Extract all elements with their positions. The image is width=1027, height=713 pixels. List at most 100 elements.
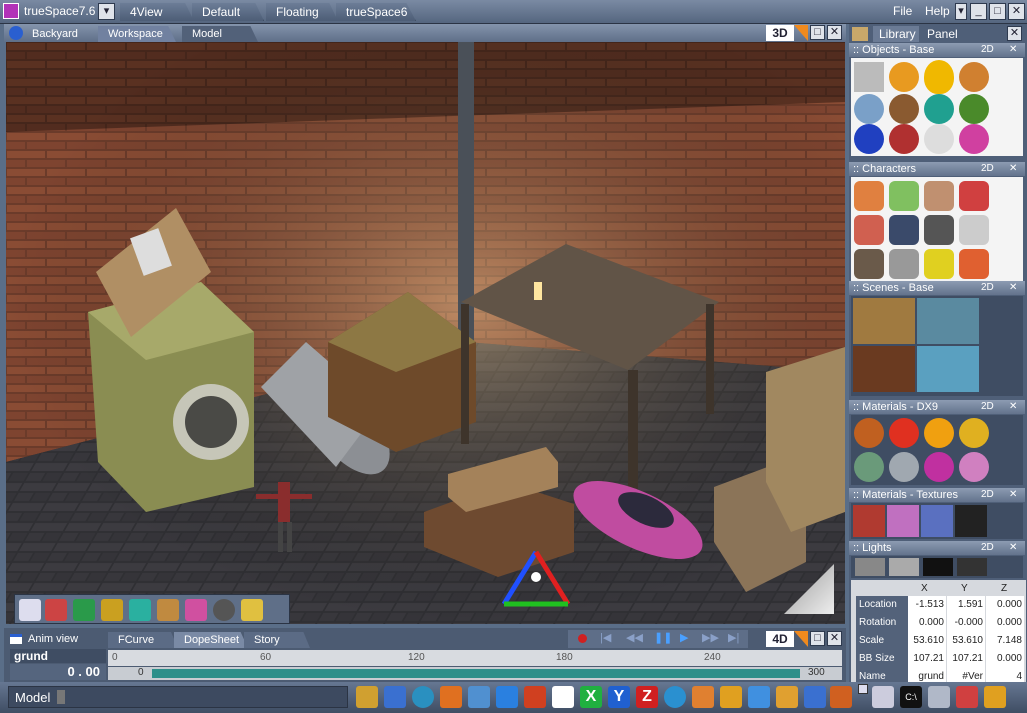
add-object-icon[interactable] [241,599,263,621]
light-point-icon[interactable] [855,558,885,576]
scale-z-field[interactable]: 7.148 [986,632,1024,650]
tab-truespace6[interactable]: trueSpace6 [336,3,416,21]
paint-icon[interactable] [45,599,67,621]
animal-icon[interactable] [959,62,989,92]
tool-box-icon[interactable] [440,686,462,708]
scene-maze-thumb[interactable] [853,298,915,344]
section-close-icon[interactable]: ✕ [1009,488,1017,502]
status-pin-icon[interactable] [858,684,868,694]
close-button[interactable]: ✕ [1008,3,1025,20]
scene-render[interactable] [6,42,845,624]
tool-z-axis-icon[interactable]: Z [636,686,658,708]
tool-pointer-icon[interactable] [872,686,894,708]
character-thumb-icon[interactable] [889,181,919,211]
tab-4view[interactable]: 4View [120,3,194,21]
section-badge[interactable]: 2D [981,400,994,414]
plant-icon[interactable] [854,124,884,154]
select-arrow-icon[interactable] [19,599,41,621]
tab-default[interactable]: Default [192,3,264,21]
tool-light-icon[interactable] [804,686,826,708]
bbsize-y-field[interactable]: 107.21 [947,650,985,668]
time-display[interactable]: 0 . 00 [10,664,106,680]
name-field[interactable]: grund [908,668,946,682]
tool-wrench-icon[interactable] [356,686,378,708]
bull-icon[interactable] [889,94,919,124]
character-thumb-icon[interactable] [924,249,954,279]
ring-icon[interactable] [213,599,235,621]
tab-floating[interactable]: Floating [266,3,338,21]
material-pink-icon[interactable] [959,452,989,482]
texture-blue-icon[interactable] [921,505,953,537]
help-menu[interactable]: Help [925,4,950,18]
material-gold-icon[interactable] [959,418,989,448]
materials-textures-grid[interactable] [851,503,1023,539]
section-close-icon[interactable]: ✕ [1009,281,1017,295]
tool-y-axis-icon[interactable]: Y [608,686,630,708]
viewport-close-button[interactable]: ✕ [827,25,842,40]
material-orange-icon[interactable] [924,418,954,448]
section-badge[interactable]: 2D [981,43,994,57]
viewport-maximize-button[interactable]: □ [810,25,825,40]
tool-package-icon[interactable] [984,686,1006,708]
sphere-icon[interactable] [889,62,919,92]
tool-gold-cube-icon[interactable] [720,686,742,708]
tab-panel[interactable]: Panel [921,26,969,42]
plane-icon[interactable] [924,124,954,154]
grid-object-icon[interactable] [854,62,884,92]
tab-fcurve[interactable]: FCurve [108,632,178,648]
bbsize-x-field[interactable]: 107.21 [908,650,946,668]
shark-icon[interactable] [854,94,884,124]
section-close-icon[interactable]: ✕ [1009,43,1017,57]
timeline-ruler[interactable]: 0 60 120 180 240 [108,650,842,666]
layers-icon[interactable] [101,599,123,621]
tool-monitor-icon[interactable] [928,686,950,708]
rotation-y-field[interactable]: -0.000 [947,614,985,632]
view-mode-3d[interactable]: 3D [766,25,794,41]
tab-model[interactable]: Model [182,26,258,42]
view-mode-4d[interactable]: 4D [766,631,794,647]
maximize-button[interactable]: □ [989,3,1006,20]
egg-icon[interactable] [924,60,954,94]
tool-grid-cube-icon[interactable] [776,686,798,708]
location-x-field[interactable]: -1.513 [908,596,946,614]
section-scenes-base[interactable]: :: Scenes - Base 2D ✕ [849,281,1025,295]
scene-chair-thumb[interactable] [917,346,979,392]
tool-house-icon[interactable] [524,686,546,708]
texture-pink-icon[interactable] [887,505,919,537]
character-thumb-icon[interactable] [889,215,919,245]
character-thumb-icon[interactable] [959,249,989,279]
car-icon[interactable] [959,124,989,154]
tab-library[interactable]: Library [873,26,919,42]
light-spot-icon[interactable] [889,558,919,576]
palette-icon[interactable] [185,599,207,621]
tool-scissors-icon[interactable] [692,686,714,708]
rewind-icon[interactable]: ◀◀ [626,631,643,644]
tool-undo-icon[interactable] [664,686,686,708]
knot-icon[interactable] [924,94,954,124]
scene-hall-thumb[interactable] [853,346,915,392]
tool-brush-icon[interactable] [830,686,852,708]
scale-y-field[interactable]: 53.610 [947,632,985,650]
character-thumb-icon[interactable] [924,181,954,211]
material-magenta-icon[interactable] [924,452,954,482]
texture-brick-icon[interactable] [853,505,885,537]
section-close-icon[interactable]: ✕ [1009,400,1017,414]
3d-viewport[interactable] [6,42,845,624]
play-icon[interactable]: ▶ [680,631,688,644]
section-close-icon[interactable]: ✕ [1009,162,1017,176]
scene-room-thumb[interactable] [917,298,979,344]
paint-bucket-icon[interactable] [129,599,151,621]
scale-x-field[interactable]: 53.610 [908,632,946,650]
tool-lamp-icon[interactable] [748,686,770,708]
anim-close-button[interactable]: ✕ [827,631,842,646]
light-area-icon[interactable] [957,558,987,576]
section-badge[interactable]: 2D [981,488,994,502]
tree-icon[interactable] [959,94,989,124]
character-thumb-icon[interactable] [854,249,884,279]
tool-link-icon[interactable] [468,686,490,708]
location-y-field[interactable]: 1.591 [947,596,985,614]
menu-arrow-button[interactable]: ▾ [955,3,967,20]
go-end-icon[interactable]: ▶| [728,631,739,644]
characters-grid[interactable] [851,177,1023,281]
tool-console-icon[interactable]: C:\ [900,686,922,708]
